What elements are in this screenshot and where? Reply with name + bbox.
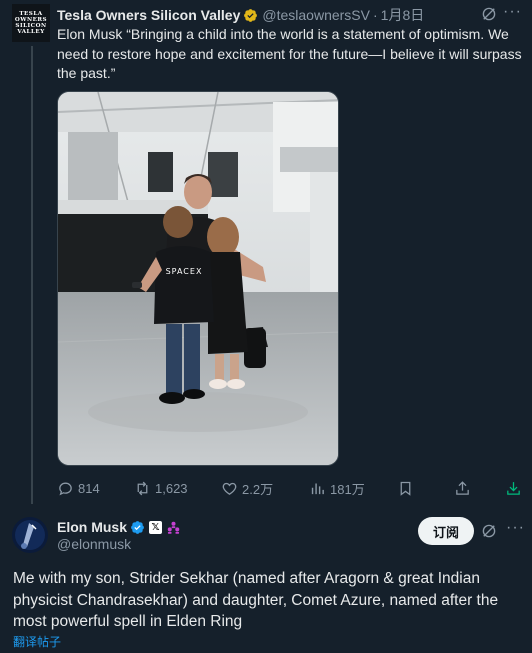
- grok-icon[interactable]: [480, 5, 498, 23]
- x-affiliate-icon[interactable]: 𝕏: [149, 520, 163, 534]
- avatar-image: [12, 517, 48, 553]
- download-button[interactable]: [505, 478, 522, 498]
- main-tweet-text: Me with my son, Strider Sekhar (named af…: [13, 570, 499, 630]
- bookmark-icon: [400, 481, 411, 496]
- reply-count: 814: [78, 480, 100, 496]
- tosv-avatar[interactable]: TESLA OWNERS SILICON VALLEY: [12, 4, 50, 42]
- verified-blue-icon: [131, 520, 144, 534]
- parent-tweet-date[interactable]: 1月8日: [381, 5, 425, 25]
- reply-button[interactable]: 814: [57, 478, 100, 498]
- separator-dot: ·: [372, 7, 378, 23]
- photo-shirt-text: SPACEX: [166, 267, 203, 276]
- avatar-logo-text-4: VALLEY: [17, 29, 45, 36]
- share-icon: [456, 480, 469, 495]
- parent-author-handle[interactable]: @teslaownersSV: [262, 7, 370, 23]
- parent-tweet-header: Tesla Owners Silicon Valley @teslaowners…: [57, 5, 522, 25]
- repost-button[interactable]: 1,623: [134, 478, 188, 498]
- bookmark-button[interactable]: [397, 478, 414, 498]
- download-icon: [507, 481, 520, 495]
- parent-tweet-actions: 814 1,623 2.2万 181万: [57, 478, 525, 498]
- tweet-photo[interactable]: SPACEX: [57, 91, 339, 466]
- photo-illustration: SPACEX: [58, 92, 338, 465]
- verified-gold-icon: [244, 8, 258, 22]
- main-author-handle[interactable]: @elonmusk: [57, 536, 131, 552]
- like-button[interactable]: 2.2万: [221, 478, 273, 498]
- elonmusk-avatar[interactable]: [12, 517, 48, 553]
- views-button[interactable]: 181万: [309, 478, 365, 498]
- main-tweet-header: Elon Musk 𝕏: [57, 517, 181, 537]
- grok-icon[interactable]: [480, 522, 498, 540]
- views-chart-icon: [311, 483, 324, 494]
- share-button[interactable]: [454, 478, 471, 498]
- thread-connector-line: [31, 46, 33, 504]
- like-count: 2.2万: [242, 481, 274, 497]
- main-author-name[interactable]: Elon Musk: [57, 519, 127, 535]
- reply-icon: [59, 482, 72, 495]
- heart-icon: [222, 482, 237, 495]
- repost-count: 1,623: [155, 480, 188, 496]
- translate-link[interactable]: 翻译帖子: [13, 633, 61, 650]
- community-icon: [167, 521, 180, 534]
- subscribe-button[interactable]: 订阅: [418, 517, 474, 545]
- repost-icon: [137, 481, 148, 495]
- view-count: 181万: [330, 481, 365, 497]
- parent-tweet-text: Elon Musk “Bringing a child into the wor…: [57, 26, 522, 81]
- parent-author-name[interactable]: Tesla Owners Silicon Valley: [57, 7, 240, 23]
- more-options-icon[interactable]: ···: [503, 3, 522, 21]
- more-options-icon[interactable]: ···: [506, 519, 525, 537]
